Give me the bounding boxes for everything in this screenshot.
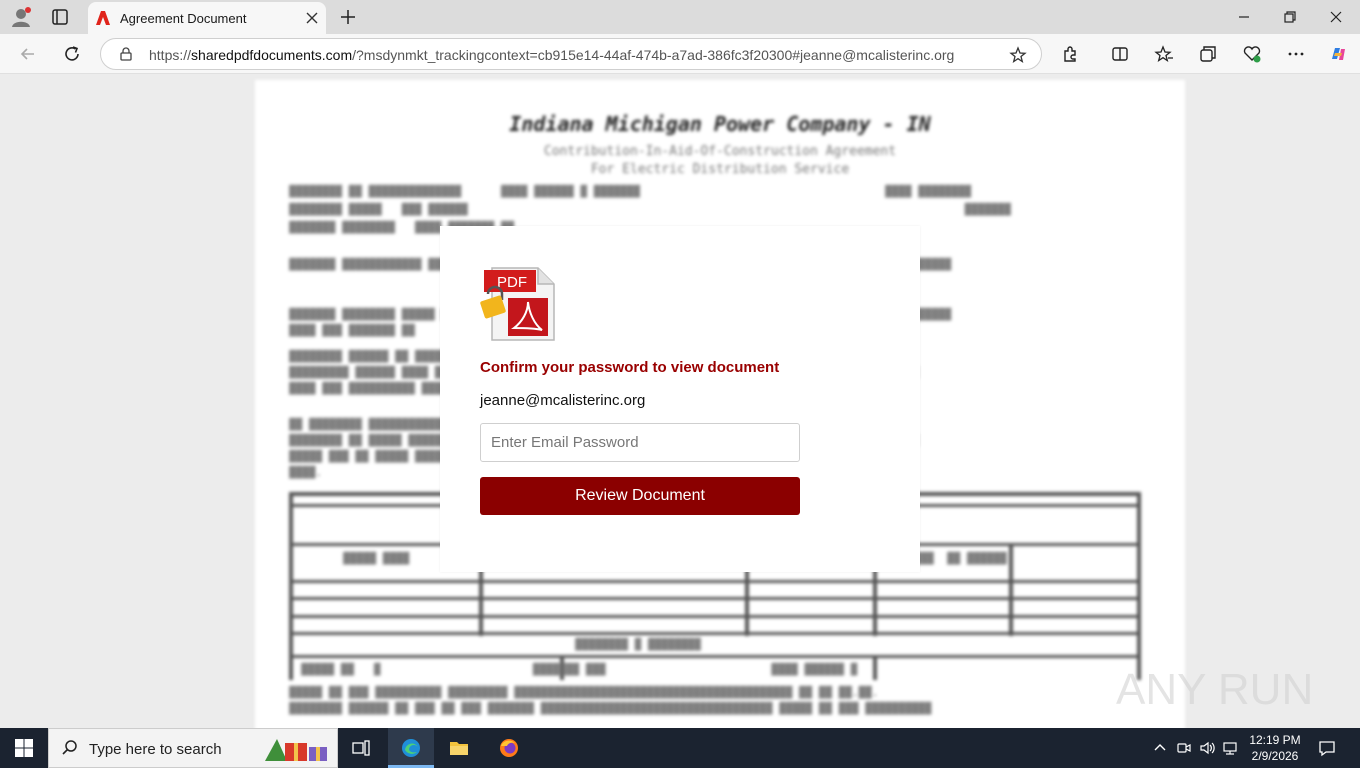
edge-icon xyxy=(402,739,420,757)
password-input[interactable] xyxy=(480,423,800,462)
tab-title: Agreement Document xyxy=(120,11,247,26)
close-window-icon[interactable] xyxy=(1328,9,1344,25)
url-domain: sharedpdfdocuments.com xyxy=(191,47,353,63)
extensions-icon[interactable] xyxy=(1060,44,1080,64)
doc-heading: Indiana Michigan Power Company - IN xyxy=(509,112,931,136)
doc-subheading-1: Contribution-In-Aid-Of-Construction Agre… xyxy=(543,144,897,159)
clock[interactable]: 12:19 PM 2/9/2026 xyxy=(1240,732,1310,764)
close-tab-icon[interactable] xyxy=(304,10,320,26)
clock-date: 2/9/2026 xyxy=(1251,749,1299,763)
show-hidden-icons-icon[interactable] xyxy=(1152,740,1168,756)
address-bar[interactable]: https://sharedpdfdocuments.com/?msdynmkt… xyxy=(100,38,1042,70)
browser-toolbar: https://sharedpdfdocuments.com/?msdynmkt… xyxy=(0,34,1360,74)
tab-strip: Agreement Document xyxy=(0,0,1360,34)
review-document-button[interactable]: Review Document xyxy=(480,477,800,515)
locked-pdf-icon: PDF xyxy=(480,267,555,341)
new-tab-icon[interactable] xyxy=(338,7,358,27)
taskbar-search[interactable]: Type here to search xyxy=(48,728,338,768)
search-placeholder: Type here to search xyxy=(89,741,222,758)
page-content: Indiana Michigan Power Company - IN Cont… xyxy=(0,74,1360,728)
watermark-text: ANY RUN xyxy=(1116,665,1313,714)
adobe-icon xyxy=(96,11,110,25)
url-prefix: https:// xyxy=(149,47,192,63)
notifications-icon[interactable] xyxy=(1318,739,1336,757)
back-icon[interactable] xyxy=(18,44,38,64)
taskbar-file-explorer[interactable] xyxy=(436,728,482,768)
folder-icon xyxy=(450,742,468,755)
minimize-icon[interactable] xyxy=(1236,9,1252,25)
site-info-icon[interactable] xyxy=(119,47,133,61)
split-screen-icon[interactable] xyxy=(1110,44,1130,64)
tab-agreement-document[interactable]: Agreement Document xyxy=(88,2,326,34)
task-view-icon xyxy=(352,740,370,756)
task-view-button[interactable] xyxy=(338,728,384,768)
dialog-title: Confirm your password to view document xyxy=(480,359,780,376)
clock-time: 12:19 PM xyxy=(1249,733,1301,747)
url-text[interactable]: https://sharedpdfdocuments.com/?msdynmkt… xyxy=(149,47,954,63)
pdf-logo-label: PDF xyxy=(497,274,527,291)
windows-start-icon[interactable] xyxy=(14,738,34,758)
favorites-icon[interactable] xyxy=(1154,44,1174,64)
profile-icon[interactable] xyxy=(10,6,32,28)
volume-icon[interactable] xyxy=(1199,740,1215,756)
search-highlight-gifts-icon xyxy=(265,739,327,761)
password-dialog: PDF Confirm your password to view docume… xyxy=(440,226,920,572)
more-options-icon[interactable] xyxy=(1286,44,1306,64)
search-icon xyxy=(62,740,77,755)
taskbar-edge[interactable] xyxy=(388,728,434,768)
collections-icon[interactable] xyxy=(1198,44,1218,64)
tab-actions-icon[interactable] xyxy=(50,7,70,27)
windows-taskbar: Type here to search 12:19 PM 2/9/2026 xyxy=(0,728,1360,768)
meet-now-icon[interactable] xyxy=(1176,740,1192,756)
firefox-icon xyxy=(500,739,518,757)
taskbar-firefox[interactable] xyxy=(486,728,532,768)
refresh-icon[interactable] xyxy=(62,44,82,64)
doc-subheading-2: For Electric Distribution Service xyxy=(590,162,850,177)
dialog-email: jeanne@mcalisterinc.org xyxy=(480,392,646,409)
network-icon[interactable] xyxy=(1222,740,1238,756)
favorite-star-icon[interactable] xyxy=(1009,46,1027,64)
restore-icon[interactable] xyxy=(1282,9,1298,25)
copilot-icon[interactable] xyxy=(1328,44,1348,64)
url-rest: /?msdynmkt_trackingcontext=cb915e14-44af… xyxy=(352,47,955,63)
anyrun-watermark: ANY RUN xyxy=(1116,665,1313,714)
browser-essentials-icon[interactable] xyxy=(1242,44,1262,64)
